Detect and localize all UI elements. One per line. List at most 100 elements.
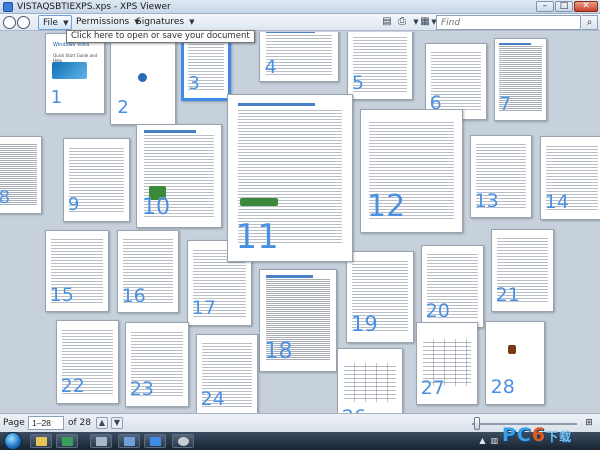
- page-number-input[interactable]: [28, 416, 64, 430]
- chevron-down-icon: ▼: [63, 19, 69, 27]
- zoom-fit-icon[interactable]: ⊞: [582, 417, 596, 430]
- watermark-text: 6: [531, 424, 547, 446]
- taskbar-app[interactable]: [172, 434, 194, 448]
- network-icon[interactable]: ▥: [490, 436, 499, 445]
- page-number: 5: [351, 72, 364, 95]
- page-number: 9: [67, 194, 80, 216]
- page-thumbnail-21[interactable]: 21: [491, 229, 554, 312]
- app-icon: [3, 2, 13, 12]
- page-number: 28: [490, 376, 515, 399]
- page-number: 7: [499, 92, 512, 115]
- page-number: 17: [191, 297, 216, 320]
- page-number: 20: [425, 299, 450, 322]
- page-number: 11: [235, 217, 279, 258]
- file-menu-tooltip: Click here to open or save your document: [66, 30, 255, 43]
- permissions-menu-label: Permissions: [76, 17, 130, 27]
- document-view[interactable]: Windows Vista Quick Start Guide and Help…: [0, 32, 600, 413]
- signatures-menu[interactable]: Signatures ▼: [132, 15, 199, 30]
- app-icon: [96, 437, 107, 446]
- forward-icon[interactable]: [17, 16, 30, 29]
- page-thumbnail-16[interactable]: 16: [117, 230, 179, 313]
- page-thumbnail-12[interactable]: 12: [360, 109, 463, 233]
- file-menu-label: File: [43, 18, 59, 28]
- media-icon: [62, 437, 73, 446]
- page-thumbnail-26[interactable]: 26: [337, 348, 403, 413]
- page-number: 3: [188, 72, 200, 94]
- start-button[interactable]: [4, 432, 22, 450]
- page-total: of 28: [68, 418, 91, 428]
- minimize-button[interactable]: –: [536, 1, 554, 12]
- taskbar-media-player[interactable]: [56, 434, 78, 448]
- page-number: 10: [142, 194, 171, 220]
- page-number: 12: [367, 189, 406, 225]
- page-number: 8: [0, 188, 10, 207]
- search-input[interactable]: [436, 15, 581, 30]
- taskbar-xps-viewer[interactable]: [144, 434, 166, 448]
- xps-viewer-window: VISTAQSBTIEXPS.xps - XPS Viewer – □ ✕ Fi…: [0, 0, 600, 432]
- page-thumbnail-27[interactable]: 27: [416, 322, 478, 405]
- taskbar-app[interactable]: [90, 434, 112, 448]
- chevron-down-icon: ▼: [189, 18, 195, 26]
- page-thumbnail-13[interactable]: 13: [470, 135, 532, 218]
- back-icon[interactable]: [3, 16, 16, 29]
- search-icon[interactable]: ⌕: [582, 15, 598, 30]
- outline-icon[interactable]: ▤: [381, 16, 393, 28]
- print-icon[interactable]: ⎙: [396, 16, 408, 28]
- nav-buttons: [3, 15, 33, 30]
- page-graphic: [137, 73, 147, 82]
- app-icon: [124, 437, 135, 446]
- next-page-icon[interactable]: ▼: [111, 417, 123, 429]
- menu-bar: File ▼ Permissions ▼ Signatures ▼ ▤ ⎙ ▼ ▦ ▼…: [0, 14, 600, 31]
- page-number: 22: [60, 375, 85, 398]
- page-number: 14: [544, 191, 569, 214]
- page-thumbnail-14[interactable]: 14: [540, 136, 600, 220]
- app-icon: [178, 437, 189, 446]
- page-thumbnail-19[interactable]: 19: [346, 251, 414, 343]
- page-thumbnail-4[interactable]: 4: [259, 32, 339, 82]
- page-number: 19: [350, 311, 378, 336]
- taskbar-app[interactable]: [118, 434, 140, 448]
- page-thumbnail-24[interactable]: 24: [196, 334, 258, 413]
- page-thumbnail-7[interactable]: 7: [494, 38, 547, 121]
- page-number: 4: [264, 55, 277, 78]
- page-thumbnail-5[interactable]: 5: [347, 32, 413, 100]
- page-number: 27: [420, 376, 445, 399]
- page-thumbnail-18[interactable]: 18: [259, 269, 337, 372]
- page-number: 18: [264, 338, 293, 364]
- page-thumbnail-8[interactable]: 8: [0, 136, 42, 214]
- page-thumbnail-28[interactable]: 28: [485, 321, 545, 405]
- page-thumbnail-1[interactable]: Windows Vista Quick Start Guide and Help…: [45, 33, 105, 114]
- page-thumbnail-10[interactable]: 10: [136, 124, 222, 228]
- window-title: VISTAQSBTIEXPS.xps - XPS Viewer: [17, 2, 171, 12]
- page-thumbnail-15[interactable]: 15: [45, 230, 109, 312]
- page-thumbnail-23[interactable]: 23: [125, 322, 189, 407]
- page-number: 13: [474, 189, 499, 212]
- cover-banner: [51, 61, 87, 80]
- close-button[interactable]: ✕: [574, 1, 598, 12]
- page-thumbnail-11[interactable]: 11: [227, 94, 353, 262]
- signatures-menu-label: Signatures: [136, 17, 185, 27]
- page-label: Page: [3, 418, 25, 428]
- page-number: 2: [117, 97, 129, 119]
- page-number: 23: [129, 378, 154, 401]
- page-number: 16: [121, 284, 146, 307]
- title-bar[interactable]: VISTAQSBTIEXPS.xps - XPS Viewer – □ ✕: [0, 0, 600, 14]
- page-number: 21: [495, 283, 520, 306]
- maximize-button[interactable]: □: [555, 1, 573, 12]
- folder-icon: [36, 437, 47, 446]
- page-number: 15: [49, 283, 74, 306]
- page-thumbnail-20[interactable]: 20: [421, 245, 484, 328]
- file-menu[interactable]: File ▼: [38, 15, 72, 30]
- watermark-text: PC: [502, 424, 532, 446]
- tray-chevron-icon[interactable]: ▲: [478, 436, 487, 445]
- page-thumbnail-22[interactable]: 22: [56, 320, 119, 404]
- page-thumbnail-2[interactable]: 2: [110, 38, 176, 125]
- page-number: 1: [50, 86, 63, 108]
- taskbar-explorer[interactable]: [30, 434, 52, 448]
- previous-page-icon[interactable]: ▲: [96, 417, 108, 429]
- watermark-logo: PC6下载: [502, 424, 572, 446]
- page-number: 24: [200, 387, 225, 410]
- page-thumbnail-9[interactable]: 9: [63, 138, 130, 222]
- xps-icon: [150, 437, 161, 446]
- zoom-slider-thumb[interactable]: [474, 417, 480, 430]
